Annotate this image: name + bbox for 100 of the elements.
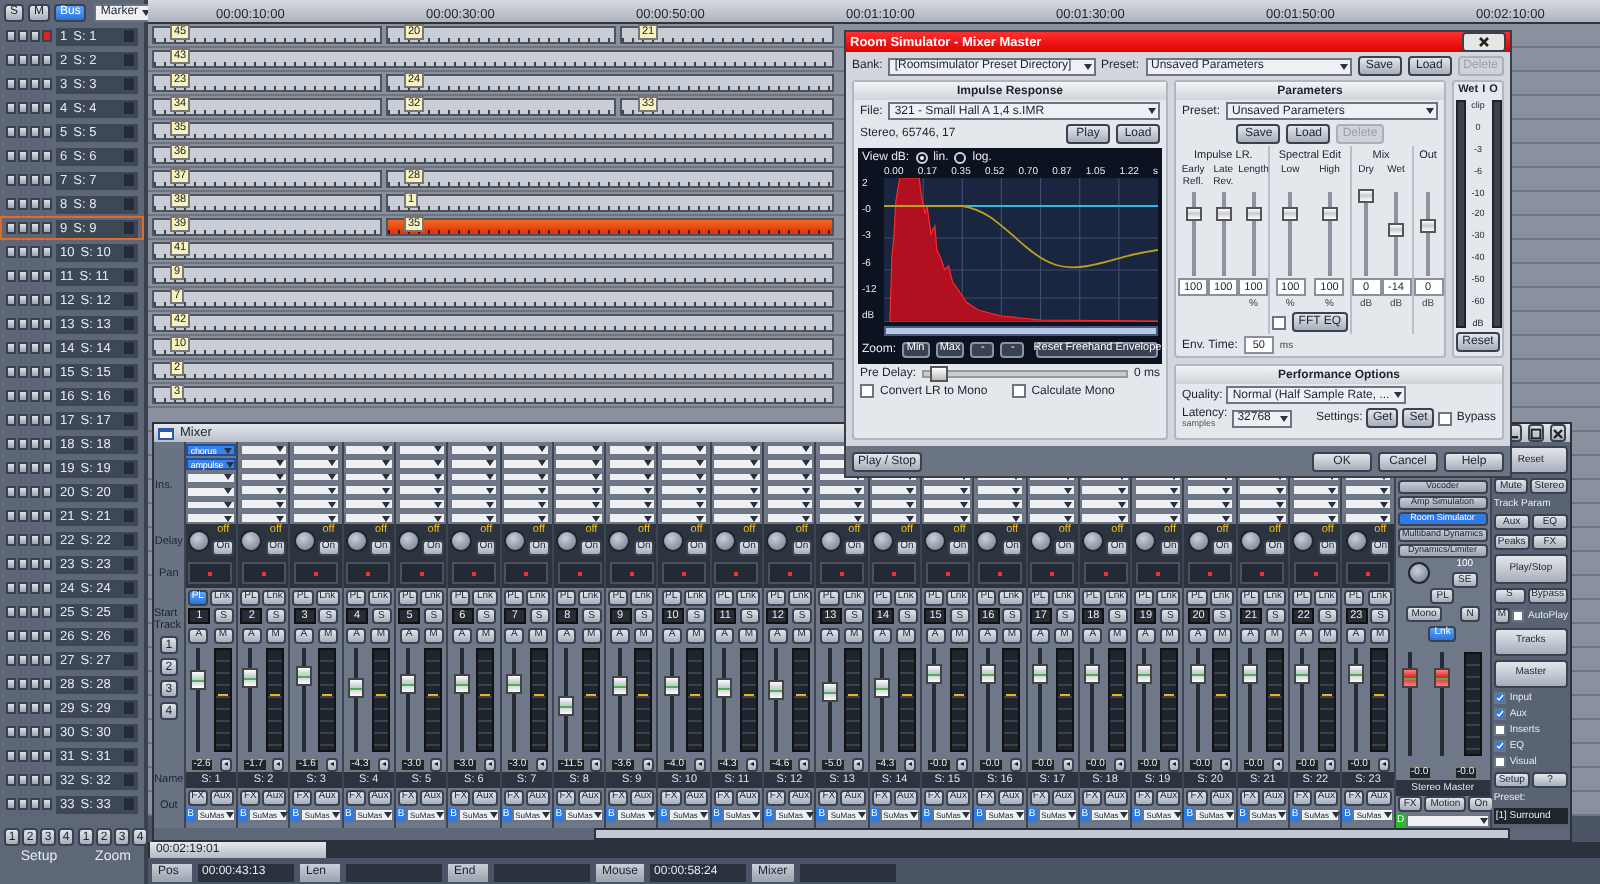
insert-slot[interactable] bbox=[397, 444, 446, 456]
track-button[interactable] bbox=[42, 246, 52, 258]
slider-thumb[interactable] bbox=[1388, 222, 1405, 237]
peak-button[interactable] bbox=[798, 757, 811, 771]
volume-fader[interactable] bbox=[505, 648, 522, 752]
vertical-slider[interactable] bbox=[1185, 192, 1202, 276]
insert-slot[interactable] bbox=[765, 444, 814, 456]
insert-slot[interactable] bbox=[607, 444, 656, 456]
fader-thumb[interactable] bbox=[1031, 664, 1048, 684]
delay-knob[interactable] bbox=[1187, 530, 1210, 552]
insert-slot[interactable] bbox=[1133, 498, 1182, 511]
insert-slot[interactable] bbox=[291, 457, 341, 470]
fader-thumb[interactable] bbox=[716, 677, 733, 698]
volume-fader[interactable] bbox=[453, 648, 470, 752]
delay-knob[interactable] bbox=[503, 530, 526, 552]
insert-slot[interactable] bbox=[344, 512, 393, 524]
checkbox[interactable] bbox=[1493, 708, 1506, 720]
insert-slot[interactable] bbox=[449, 444, 499, 456]
insert-slot[interactable] bbox=[1238, 484, 1288, 497]
checkbox[interactable] bbox=[1011, 384, 1026, 398]
delay-knob[interactable] bbox=[608, 530, 631, 552]
track-button[interactable] bbox=[42, 606, 52, 618]
insert-slot[interactable] bbox=[975, 484, 1025, 497]
track-button[interactable] bbox=[42, 126, 52, 138]
insert-slot[interactable] bbox=[1080, 484, 1130, 497]
insert-slot[interactable] bbox=[1343, 512, 1393, 524]
insert-slot[interactable] bbox=[186, 512, 236, 524]
peak-button[interactable] bbox=[1324, 757, 1337, 771]
vertical-slider[interactable] bbox=[1245, 192, 1262, 276]
track-button[interactable] bbox=[42, 438, 52, 450]
insert-slot[interactable] bbox=[870, 498, 919, 511]
peak-button[interactable] bbox=[693, 757, 706, 771]
insert-slot[interactable] bbox=[765, 484, 814, 497]
insert-slot[interactable] bbox=[607, 512, 656, 524]
peak-button[interactable] bbox=[535, 757, 548, 771]
slider-thumb[interactable] bbox=[930, 366, 949, 382]
vertical-slider[interactable] bbox=[1388, 192, 1405, 276]
insert-slot[interactable] bbox=[186, 472, 236, 484]
insert-slot[interactable] bbox=[502, 484, 551, 497]
fader-thumb[interactable] bbox=[1402, 667, 1419, 688]
insert-slot[interactable] bbox=[239, 444, 288, 456]
fader-thumb[interactable] bbox=[1242, 664, 1259, 684]
insert-slot[interactable] bbox=[817, 498, 867, 511]
pre-delay-slider[interactable] bbox=[922, 370, 1128, 378]
insert-slot[interactable] bbox=[870, 512, 919, 524]
delay-knob[interactable] bbox=[345, 530, 368, 552]
fader-thumb[interactable] bbox=[768, 679, 785, 700]
peak-button[interactable] bbox=[956, 757, 969, 771]
fader-thumb[interactable] bbox=[295, 665, 312, 686]
insert-slot[interactable] bbox=[554, 457, 604, 470]
peak-button[interactable] bbox=[589, 757, 602, 771]
fader-thumb[interactable] bbox=[558, 695, 575, 716]
insert-slot[interactable] bbox=[659, 457, 709, 470]
track-button[interactable] bbox=[42, 798, 52, 810]
insert-slot[interactable] bbox=[975, 512, 1025, 524]
track-button[interactable] bbox=[42, 390, 52, 402]
output-dropdown[interactable] bbox=[1405, 813, 1490, 828]
track-button[interactable] bbox=[42, 294, 52, 306]
volume-fader[interactable] bbox=[1189, 648, 1206, 752]
insert-slot[interactable] bbox=[449, 498, 499, 511]
slider-thumb[interactable] bbox=[1282, 206, 1299, 220]
volume-fader[interactable] bbox=[190, 648, 207, 752]
peak-button[interactable] bbox=[220, 757, 233, 771]
peak-button[interactable] bbox=[1167, 757, 1180, 771]
checkbox[interactable] bbox=[1272, 315, 1287, 329]
insert-slot[interactable] bbox=[554, 498, 604, 511]
volume-fader[interactable] bbox=[1433, 651, 1450, 756]
volume-fader[interactable] bbox=[926, 648, 943, 752]
track-button[interactable] bbox=[42, 510, 52, 522]
volume-fader[interactable] bbox=[821, 648, 838, 752]
checkbox[interactable] bbox=[1511, 609, 1524, 621]
peak-button[interactable] bbox=[325, 757, 338, 771]
track-button[interactable] bbox=[42, 774, 52, 786]
volume-fader[interactable] bbox=[979, 648, 996, 752]
insert-slot[interactable] bbox=[291, 498, 341, 511]
fader-thumb[interactable] bbox=[821, 681, 838, 702]
track-button[interactable] bbox=[42, 678, 52, 690]
peak-button[interactable] bbox=[641, 757, 654, 771]
track-button[interactable] bbox=[42, 318, 52, 330]
fader-thumb[interactable] bbox=[400, 673, 417, 694]
insert-slot[interactable] bbox=[239, 484, 288, 497]
track-button[interactable] bbox=[42, 750, 52, 762]
volume-fader[interactable] bbox=[611, 648, 627, 752]
insert-slot[interactable] bbox=[344, 457, 393, 470]
volume-fader[interactable] bbox=[716, 648, 733, 752]
insert-slot[interactable] bbox=[397, 457, 446, 470]
insert-slot[interactable] bbox=[554, 444, 604, 456]
delay-knob[interactable] bbox=[1134, 530, 1157, 552]
insert-slot[interactable] bbox=[1028, 484, 1077, 497]
insert-slot[interactable] bbox=[502, 457, 551, 470]
fader-thumb[interactable] bbox=[611, 675, 627, 696]
insert-slot[interactable] bbox=[1343, 498, 1393, 511]
fader-thumb[interactable] bbox=[926, 664, 943, 684]
track-button[interactable] bbox=[42, 198, 52, 210]
insert-slot[interactable] bbox=[1238, 498, 1288, 511]
delay-knob[interactable] bbox=[661, 530, 684, 552]
insert-slot[interactable] bbox=[659, 512, 709, 524]
delay-knob[interactable] bbox=[556, 530, 579, 552]
insert-slot[interactable] bbox=[554, 512, 604, 524]
insert-slot[interactable] bbox=[397, 484, 446, 497]
